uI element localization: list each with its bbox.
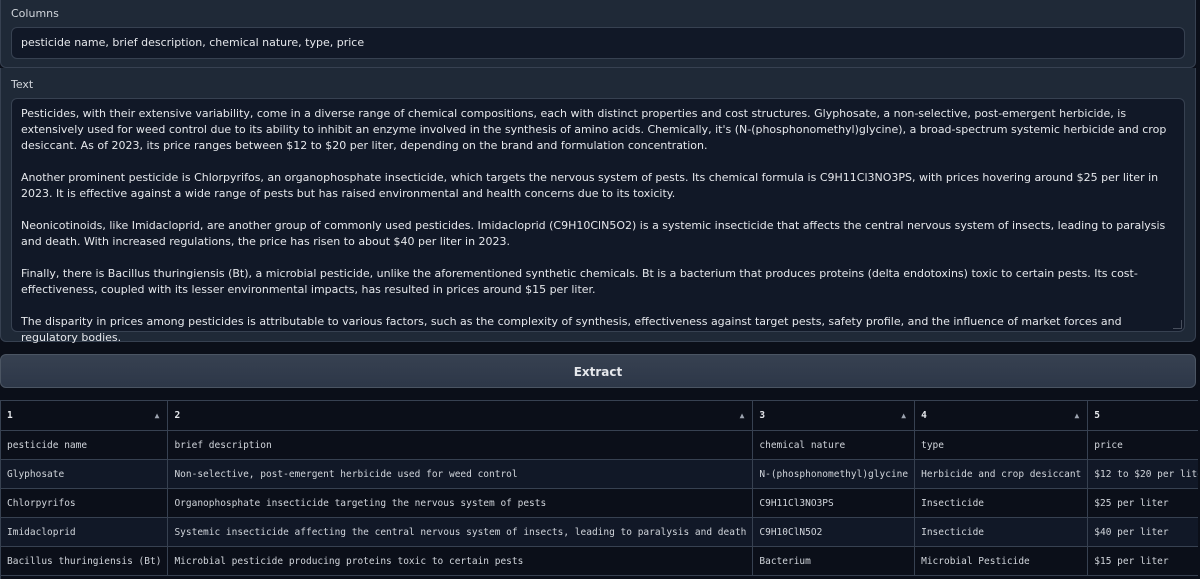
column-header-2[interactable]: 2 ▲	[167, 401, 754, 431]
table-cell[interactable]: Microbial Pesticide	[914, 546, 1089, 576]
table-cell[interactable]: $40 per liter	[1087, 517, 1198, 547]
table-cell[interactable]: Bacterium	[752, 546, 916, 576]
text-paragraph: The disparity in prices among pesticides…	[21, 315, 1122, 344]
column-header-label: 4	[921, 410, 927, 421]
table-cell[interactable]: $15 per liter	[1087, 546, 1198, 576]
table-row: Bacillus thuringiensis (Bt) Microbial pe…	[1, 546, 1198, 576]
table-cell[interactable]: C9H11Cl3NO3PS	[752, 488, 916, 518]
column-header-5[interactable]: 5	[1087, 401, 1198, 431]
table-cell[interactable]: type	[914, 430, 1089, 460]
table-header-row: 1 ▲ 2 ▲ 3 ▲ 4 ▲ 5	[1, 401, 1198, 431]
table-cell[interactable]: $12 to $20 per liter	[1087, 459, 1198, 489]
text-input[interactable]: Pesticides, with their extensive variabi…	[11, 98, 1185, 344]
text-paragraph: Finally, there is Bacillus thuringiensis…	[21, 267, 1138, 296]
table-cell[interactable]: chemical nature	[752, 430, 916, 460]
table-cell[interactable]: Microbial pesticide producing proteins t…	[167, 546, 754, 576]
sort-arrow-icon[interactable]: ▲	[1074, 411, 1079, 420]
table-cell[interactable]: Chlorpyrifos	[1, 488, 169, 518]
column-header-label: 3	[759, 410, 766, 421]
columns-label: Columns	[11, 7, 59, 20]
table-cell[interactable]: Insecticide	[914, 488, 1089, 518]
text-block: Text Pesticides, with their extensive va…	[0, 68, 1196, 344]
results-table: 1 ▲ 2 ▲ 3 ▲ 4 ▲ 5 pesticide name brief descr…	[0, 400, 1198, 579]
column-header-4[interactable]: 4 ▲	[914, 401, 1089, 431]
table-row: Chlorpyrifos Organophosphate insecticide…	[1, 488, 1198, 518]
table-cell[interactable]: Insecticide	[914, 517, 1089, 547]
text-paragraph: Another prominent pesticide is Chlorpyri…	[21, 171, 1159, 200]
column-header-3[interactable]: 3 ▲	[752, 401, 916, 431]
resize-handle-icon[interactable]	[1173, 320, 1182, 329]
table-cell[interactable]: Glyphosate	[1, 459, 169, 489]
text-paragraph: Pesticides, with their extensive variabi…	[21, 107, 1167, 152]
table-cell[interactable]: brief description	[167, 430, 754, 460]
extract-button[interactable]: Extract	[0, 354, 1196, 388]
text-label: Text	[11, 78, 34, 91]
table-cell[interactable]: Imidacloprid	[1, 517, 169, 547]
sort-arrow-icon[interactable]: ▲	[155, 411, 160, 420]
text-paragraph: Neonicotinoids, like Imidacloprid, are a…	[21, 219, 1166, 248]
table-row: Imidacloprid Systemic insecticide affect…	[1, 517, 1198, 547]
table-cell[interactable]: N-(phosphonomethyl)glycine	[752, 459, 916, 489]
column-header-label: 1	[7, 410, 13, 421]
table-cell[interactable]: Non-selective, post-emergent herbicide u…	[167, 459, 754, 489]
column-header-1[interactable]: 1 ▲	[1, 401, 169, 431]
columns-input[interactable]: pesticide name, brief description, chemi…	[11, 27, 1185, 59]
table-row: Glyphosate Non-selective, post-emergent …	[1, 459, 1198, 489]
table-cell[interactable]: Bacillus thuringiensis (Bt)	[1, 546, 169, 576]
sort-arrow-icon[interactable]: ▲	[901, 411, 906, 420]
columns-block: Columns pesticide name, brief descriptio…	[0, 0, 1196, 68]
column-header-label: 2	[174, 410, 181, 421]
table-cell[interactable]: Organophosphate insecticide targeting th…	[167, 488, 754, 518]
column-header-label: 5	[1094, 410, 1100, 421]
table-cell[interactable]: Herbicide and crop desiccant	[914, 459, 1089, 489]
table-cell[interactable]: pesticide name	[1, 430, 169, 460]
table-cell[interactable]: Systemic insecticide affecting the centr…	[167, 517, 754, 547]
table-cell[interactable]: price	[1087, 430, 1198, 460]
table-cell[interactable]: C9H10ClN5O2	[752, 517, 916, 547]
table-row: pesticide name brief description chemica…	[1, 430, 1198, 460]
table-cell[interactable]: $25 per liter	[1087, 488, 1198, 518]
sort-arrow-icon[interactable]: ▲	[740, 411, 745, 420]
